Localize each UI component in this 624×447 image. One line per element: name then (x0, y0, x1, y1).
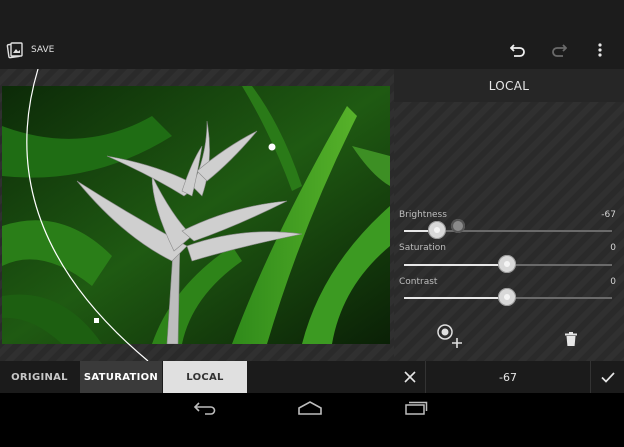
cancel-button[interactable] (394, 361, 426, 393)
brightness-slider-thumb[interactable] (428, 221, 446, 239)
saturation-slider-fill (404, 264, 508, 266)
control-point-radius-arc[interactable] (0, 69, 394, 361)
contrast-label: Contrast (399, 277, 438, 287)
contrast-slider-fill (404, 297, 508, 299)
panel-title: LOCAL (394, 69, 624, 102)
save-label: SAVE (31, 45, 55, 55)
brightness-label: Brightness (399, 210, 447, 220)
back-icon (193, 400, 219, 419)
nav-back-button[interactable] (188, 398, 224, 420)
add-control-point-button[interactable] (432, 323, 464, 351)
overflow-menu-icon (598, 42, 602, 61)
save-photo-icon (6, 41, 24, 59)
recent-apps-icon (404, 400, 428, 419)
trash-icon (565, 331, 577, 350)
brightness-default-marker (451, 219, 465, 233)
tab-saturation[interactable]: SATURATION (80, 361, 162, 393)
tab-local[interactable]: LOCAL (163, 361, 247, 393)
nav-recent-apps-button[interactable] (400, 398, 432, 420)
saturation-slider-thumb[interactable] (498, 255, 516, 273)
redo-icon (551, 42, 568, 61)
undo-button[interactable] (506, 40, 530, 62)
contrast-slider-thumb[interactable] (498, 288, 516, 306)
add-control-point-icon (433, 321, 463, 353)
saturation-value: 0 (610, 243, 616, 253)
action-bar (0, 0, 624, 69)
home-icon (297, 400, 323, 419)
nav-home-button[interactable] (294, 398, 326, 420)
undo-icon (509, 42, 526, 61)
current-adjustment-value: -67 (499, 370, 517, 384)
checkmark-icon (601, 368, 615, 387)
redo-button[interactable] (547, 40, 571, 62)
contrast-value: 0 (610, 277, 616, 287)
overflow-menu-button[interactable] (590, 40, 610, 62)
saturation-label: Saturation (399, 243, 446, 253)
tab-original[interactable]: ORIGINAL (0, 361, 79, 393)
brightness-value: -67 (601, 210, 616, 220)
delete-control-point-button[interactable] (562, 330, 580, 350)
apply-button[interactable] (590, 361, 624, 393)
close-icon (403, 368, 416, 387)
save-button[interactable]: SAVE (6, 38, 86, 62)
